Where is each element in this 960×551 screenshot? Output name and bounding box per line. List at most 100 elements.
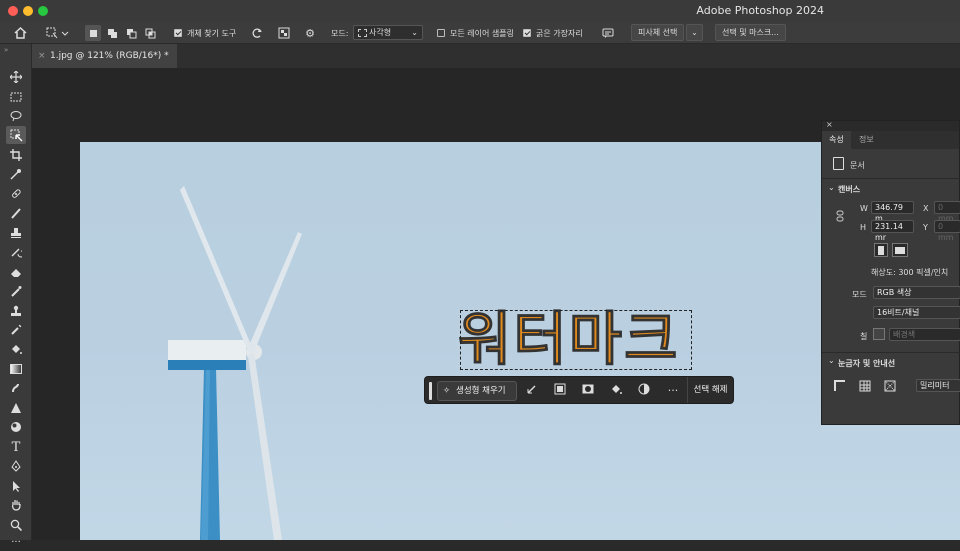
y-input[interactable]: 0 mm [934,220,960,242]
tools-panel: » T ··· [0,44,32,548]
new-selection-icon[interactable] [85,25,101,41]
invert-selection-icon[interactable] [552,383,568,399]
path-selection-tool-icon[interactable] [6,477,26,495]
pen-tool-icon[interactable] [6,457,26,475]
panel-header: × [822,120,959,131]
hard-edge-checkbox[interactable] [523,29,531,37]
x-input[interactable]: 0 mm [934,201,960,223]
tool-preset-picker[interactable] [44,25,72,41]
object-finder-label: 개체 찾기 도구 [187,29,237,38]
eyedropper-tool-icon[interactable] [6,165,26,183]
select-and-mask-button[interactable]: 선택 및 마스크... [715,24,786,41]
app-title: Adobe Photoshop 2024 [696,4,824,17]
properties-panel: × 속성 정보 문서 ⌄ 캔버스 W 346.79 m X 0 mm H 231… [821,120,960,425]
color-mode-select[interactable]: RGB 색상 [873,286,960,299]
fill-swatch[interactable] [873,328,885,340]
minimize-window-button[interactable] [23,6,33,16]
rectangular-marquee-tool-icon[interactable] [6,88,26,106]
sharpen-tool-icon[interactable] [6,399,26,417]
resolution-text: 해상도: 300 픽셀/인치 [871,268,949,277]
gradient-tool-icon[interactable] [6,360,26,378]
lasso-tool-icon[interactable] [6,107,26,125]
drag-handle[interactable] [429,382,432,400]
object-selection-tool-icon[interactable] [6,126,26,144]
close-panel-icon[interactable]: × [826,120,833,129]
close-tab-icon[interactable]: × [38,44,46,68]
stamp-tool-icon[interactable] [6,302,26,320]
hand-tool-icon[interactable] [6,496,26,514]
mode-select[interactable]: 사각형 ⌄ [353,25,423,40]
spot-healing-brush-icon[interactable] [6,185,26,203]
chevron-down-icon[interactable]: ⌄ [828,356,835,365]
y-label: Y [923,223,928,232]
history-brush-tool-icon[interactable] [6,243,26,261]
brush-tool-icon[interactable] [6,204,26,222]
document-tab-title: 1.jpg @ 121% (RGB/16*) * [50,51,169,61]
object-finder-checkbox[interactable] [174,29,182,37]
rulers-section [822,352,960,353]
mode-label: 모드 [852,290,867,299]
crop-tool-icon[interactable] [6,146,26,164]
canvas-section-title: 캔버스 [838,185,861,194]
tab-properties[interactable]: 속성 [822,131,851,149]
chevron-down-icon: ⌄ [411,28,418,37]
link-dimensions-icon[interactable] [836,210,844,224]
height-input[interactable]: 231.14 mr [871,220,914,242]
height-label: H [860,223,867,232]
fill-selection-icon[interactable] [608,383,624,399]
document-tab-bar: × 1.jpg @ 121% (RGB/16*) * [32,44,960,68]
brush-settings-icon[interactable] [6,282,26,300]
portrait-orientation-icon[interactable] [874,243,888,257]
eraser-tool-icon[interactable] [6,263,26,281]
expand-toolbar-icon[interactable]: » [4,46,8,54]
clone-stamp-tool-icon[interactable] [6,224,26,242]
grid-icon[interactable] [859,380,871,394]
add-to-selection-icon[interactable] [104,25,120,41]
document-tab[interactable]: × 1.jpg @ 121% (RGB/16*) * [32,44,177,68]
refresh-icon[interactable] [249,25,265,41]
pixel-grid-icon[interactable] [884,380,896,394]
bit-depth-select[interactable]: 16비트/채널 [873,306,960,319]
close-window-button[interactable] [8,6,18,16]
maximize-window-button[interactable] [38,6,48,16]
move-tool-icon[interactable] [6,68,26,86]
modify-selection-icon[interactable] [524,383,540,399]
more-options-icon[interactable]: ··· [665,383,681,399]
fill-tool-icon[interactable] [6,340,26,358]
watermark-text[interactable]: 워터마크 [457,292,679,376]
deselect-button[interactable]: 선택 해제 [687,377,733,403]
rectangle-marquee-icon [358,28,367,37]
canvas-section [822,178,960,179]
smudge-tool-icon[interactable] [6,379,26,397]
ruler-icon[interactable] [834,380,846,394]
document-icon [833,157,844,170]
dodge-tool-icon[interactable] [6,418,26,436]
more-tools-icon[interactable]: ··· [6,533,26,551]
fill-select[interactable]: 배경색 [889,328,960,341]
landscape-orientation-icon[interactable] [892,243,908,257]
intersect-selection-icon[interactable] [142,25,158,41]
sample-all-layers-checkbox[interactable] [437,29,445,37]
x-label: X [923,204,929,213]
hard-edge-label: 굵은 가장자리 [536,29,583,38]
type-tool-icon[interactable]: T [6,438,26,456]
sample-all-layers-label: 모든 레이어 샘플링 [450,29,514,38]
mode-label: 모드: [331,29,349,38]
adjustment-layer-icon[interactable] [636,383,652,399]
zoom-tool-icon[interactable] [6,516,26,534]
select-subject-button[interactable]: 피사체 선택 [631,24,685,41]
chevron-down-icon[interactable]: ⌄ [828,183,835,192]
generative-fill-label: 생성형 채우기 [456,386,506,396]
tab-info[interactable]: 정보 [852,131,881,149]
subtract-from-selection-icon[interactable] [123,25,139,41]
mask-icon[interactable] [580,383,596,399]
select-subject-dropdown[interactable]: ⌄ [686,24,703,41]
show-all-objects-icon[interactable] [276,25,292,41]
gear-icon[interactable]: ⚙ [302,25,318,41]
healing-tool-icon[interactable] [6,321,26,339]
generative-fill-button[interactable]: ✧ 생성형 채우기 [437,381,517,401]
home-icon[interactable] [12,25,28,41]
width-input[interactable]: 346.79 m [871,201,914,223]
comment-icon[interactable] [600,25,616,41]
units-select[interactable]: 밀리미터 [916,379,960,392]
